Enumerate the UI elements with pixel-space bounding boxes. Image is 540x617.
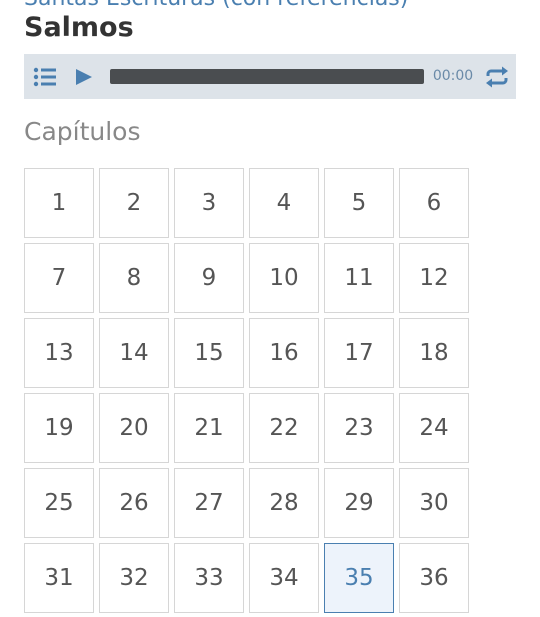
repeat-icon[interactable] [484,66,510,88]
chapter-16-button[interactable]: 16 [249,318,319,388]
audio-player: 00:00 [24,54,516,99]
chapter-26-button[interactable]: 26 [99,468,169,538]
chapter-30-button[interactable]: 30 [399,468,469,538]
chapter-21-button[interactable]: 21 [174,393,244,463]
chapter-9-button[interactable]: 9 [174,243,244,313]
chapter-29-button[interactable]: 29 [324,468,394,538]
chapter-6-button[interactable]: 6 [399,168,469,238]
chapter-24-button[interactable]: 24 [399,393,469,463]
chapter-23-button[interactable]: 23 [324,393,394,463]
chapter-5-button[interactable]: 5 [324,168,394,238]
chapter-22-button[interactable]: 22 [249,393,319,463]
chapter-2-button[interactable]: 2 [99,168,169,238]
chapter-13-button[interactable]: 13 [24,318,94,388]
chapter-15-button[interactable]: 15 [174,318,244,388]
chapter-25-button[interactable]: 25 [24,468,94,538]
chapter-32-button[interactable]: 32 [99,543,169,613]
chapter-4-button[interactable]: 4 [249,168,319,238]
breadcrumb-link[interactable]: Santas Escrituras (con referencias) [24,0,408,11]
chapter-35-button[interactable]: 35 [324,543,394,613]
chapter-12-button[interactable]: 12 [399,243,469,313]
chapter-34-button[interactable]: 34 [249,543,319,613]
chapter-31-button[interactable]: 31 [24,543,94,613]
chapter-19-button[interactable]: 19 [24,393,94,463]
book-title: Salmos [24,12,134,43]
chapter-11-button[interactable]: 11 [324,243,394,313]
chapter-36-button[interactable]: 36 [399,543,469,613]
chapters-heading: Capítulos [24,117,141,146]
chapter-10-button[interactable]: 10 [249,243,319,313]
chapter-28-button[interactable]: 28 [249,468,319,538]
playback-time: 00:00 [432,68,474,84]
chapter-20-button[interactable]: 20 [99,393,169,463]
chapter-3-button[interactable]: 3 [174,168,244,238]
chapter-14-button[interactable]: 14 [99,318,169,388]
chapter-8-button[interactable]: 8 [99,243,169,313]
chapter-18-button[interactable]: 18 [399,318,469,388]
play-icon[interactable] [75,68,93,86]
chapter-1-button[interactable]: 1 [24,168,94,238]
chapter-27-button[interactable]: 27 [174,468,244,538]
chapter-17-button[interactable]: 17 [324,318,394,388]
list-icon[interactable] [33,66,57,88]
chapter-33-button[interactable]: 33 [174,543,244,613]
chapter-7-button[interactable]: 7 [24,243,94,313]
audio-progress-bar[interactable] [110,69,424,84]
